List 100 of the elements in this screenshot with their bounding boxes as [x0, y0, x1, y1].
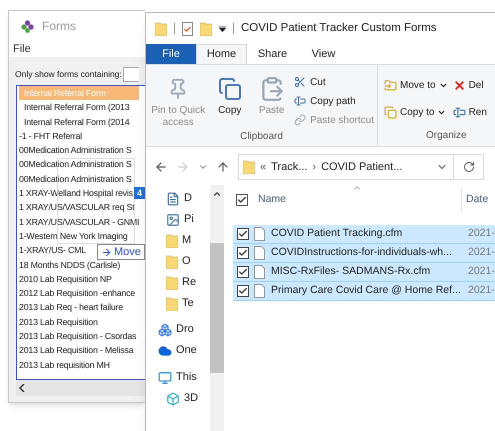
ribbon-button[interactable]: Copy to: [384, 100, 448, 124]
nav-item[interactable]: 3D: [166, 391, 210, 406]
nav-item[interactable]: O: [166, 254, 210, 269]
ribbon-button[interactable]: Copy: [210, 73, 250, 129]
form-item[interactable]: -1 - FHT Referral: [19, 128, 82, 144]
file-icon: [254, 265, 265, 279]
form-item[interactable]: 00Medication Administration S: [19, 172, 132, 186]
form-item[interactable]: 2013 Lab Requisition - Melissa: [19, 343, 134, 358]
ribbon-button[interactable]: Cut: [294, 74, 374, 90]
ribbon-button[interactable]: Move to: [384, 73, 448, 97]
filter-label: Only show forms containing:: [15, 68, 122, 81]
file-name: MISC-RxFiles- SADMANS-Rx.cfm: [271, 264, 432, 280]
menu-item[interactable]: File: [13, 40, 31, 58]
file-date: 2021-: [468, 245, 495, 260]
app-icon: [21, 20, 34, 32]
row-checkbox[interactable]: [237, 247, 249, 259]
scissors-icon: [294, 76, 306, 88]
nav-item[interactable]: This: [158, 370, 210, 385]
move-label: Move: [114, 244, 141, 260]
form-item[interactable]: 18 Months NDDS (Carlisle): [19, 258, 120, 272]
form-item[interactable]: 1 XRAY/US/VASCULAR - GNMI: [19, 214, 140, 229]
column-header[interactable]: Date: [461, 188, 488, 212]
select-all-checkbox[interactable]: [236, 194, 248, 206]
file-row[interactable]: MISC-RxFiles- SADMANS-Rx.cfm 2021-: [233, 263, 495, 282]
picture-icon: [166, 212, 180, 226]
ribbon-tab[interactable]: File: [146, 44, 196, 64]
vertical-scrollbar[interactable]: [210, 185, 224, 431]
delete-icon: [452, 78, 466, 92]
window-title: Forms: [42, 18, 76, 35]
file-icon: [254, 227, 265, 241]
breadcrumb-separator: ›: [312, 160, 316, 175]
form-item[interactable]: 2013 Lab Requisition - Csordas: [19, 329, 136, 344]
form-item[interactable]: 1-XRAY/US- CML: [19, 243, 86, 258]
link-icon: [294, 114, 306, 126]
nav-item[interactable]: One: [158, 343, 210, 358]
ribbon-tab[interactable]: Home: [196, 44, 247, 64]
nav-item[interactable]: Dro: [158, 322, 210, 337]
ribbon-button[interactable]: Del: [452, 73, 487, 97]
nav-item[interactable]: Te: [166, 296, 210, 311]
breadcrumb[interactable]: COVID Patient...: [321, 158, 402, 176]
nav-item[interactable]: D: [166, 191, 210, 206]
form-item[interactable]: Internal Referral Form (2014: [19, 114, 130, 129]
folder-icon: [166, 276, 178, 290]
column-header[interactable]: Name: [258, 192, 461, 208]
file-name: Primary Care Covid Care @ Home Ref...: [271, 283, 462, 298]
file-row[interactable]: Primary Care Covid Care @ Home Ref... 2021-: [233, 282, 495, 301]
form-item[interactable]: 2013 Lab Req - heart failure: [19, 300, 123, 315]
file-row[interactable]: COVID Patient Tracking.cfm 2021-: [233, 225, 495, 244]
copy-icon: [384, 106, 397, 119]
file-row[interactable]: COVIDInstructions-for-individuals-wh... 2021-: [233, 244, 495, 263]
folder-icon: [243, 160, 255, 174]
file-name: COVIDInstructions-for-individuals-wh...: [271, 245, 453, 260]
ribbon-button[interactable]: Ren: [452, 100, 487, 124]
cloud-icon: [158, 344, 172, 358]
scroll-up-icon[interactable]: [212, 189, 222, 199]
breadcrumb[interactable]: Track...: [271, 158, 308, 176]
rename-icon: [452, 106, 466, 119]
up-icon[interactable]: [216, 160, 230, 174]
form-item[interactable]: 1-Western New York Imaging: [19, 228, 128, 244]
checklist-icon[interactable]: [182, 22, 193, 36]
address-bar[interactable]: « Track... › COVID Patient...: [238, 154, 484, 180]
row-checkbox[interactable]: [237, 266, 249, 278]
ribbon-button[interactable]: Copy path: [294, 93, 374, 109]
drag-count: 4: [134, 187, 146, 199]
form-item[interactable]: 00Medication Administration S: [19, 143, 132, 158]
arrow-icon: [101, 246, 112, 258]
overflow-chevron[interactable]: «: [260, 158, 266, 176]
form-item[interactable]: 2010 Lab Requisition NP: [19, 272, 112, 286]
form-item[interactable]: 1 XRAY-Welland Hospital revis: [19, 186, 133, 200]
ribbon-tab[interactable]: View: [298, 44, 349, 64]
form-item[interactable]: 2013 Lab Requisition: [19, 314, 98, 330]
nav-item[interactable]: Re: [166, 275, 210, 290]
file-icon: [254, 284, 265, 298]
folder-icon: [200, 22, 212, 36]
monitor-icon: [158, 370, 172, 384]
form-item[interactable]: Internal Referral Form (2013: [19, 100, 130, 115]
group-label: Organize: [425, 129, 468, 143]
back-icon[interactable]: [154, 160, 168, 174]
refresh-icon[interactable]: [463, 161, 475, 173]
file-date: 2021-: [468, 226, 495, 242]
folder-icon: [155, 22, 167, 36]
ribbon-tab[interactable]: Share: [247, 44, 298, 64]
row-checkbox[interactable]: [237, 228, 249, 240]
nav-item[interactable]: M: [166, 233, 210, 248]
form-item[interactable]: 2013 Lab requisition MH: [19, 358, 110, 372]
folder-arrow-icon: [384, 78, 397, 92]
scroll-left-icon[interactable]: [19, 384, 25, 392]
form-item[interactable]: 00Medication Administration S: [19, 157, 132, 172]
filter-field[interactable]: [122, 67, 139, 82]
file-icon: [254, 246, 265, 260]
dropdown-icon[interactable]: [219, 26, 226, 32]
form-item[interactable]: 2012 Lab Requisition -enhance: [19, 286, 135, 300]
folder-icon: [166, 234, 178, 248]
nav-item[interactable]: Pi: [166, 212, 210, 227]
copy-icon: [218, 77, 242, 101]
document-icon: [166, 192, 180, 206]
row-checkbox[interactable]: [237, 285, 249, 297]
folder-icon: [166, 296, 178, 310]
caret-icon: [437, 108, 446, 117]
form-item[interactable]: 1 XRAY/US/VASCULAR req St: [19, 200, 134, 215]
